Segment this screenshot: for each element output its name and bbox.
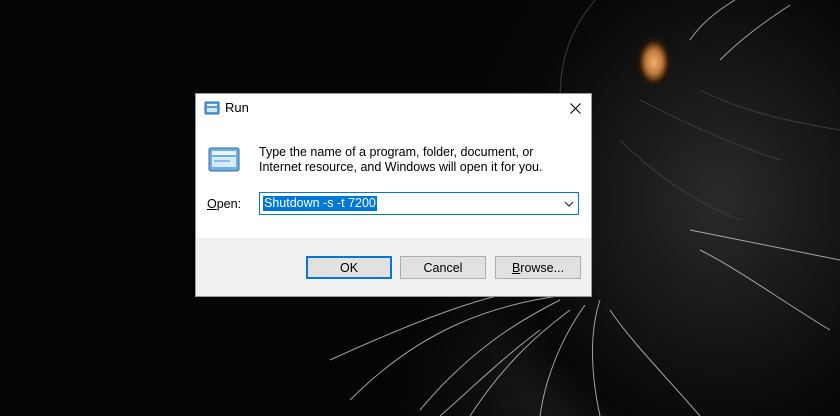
browse-rest: rowse... <box>520 260 565 275</box>
run-dialog: Run Type the name of a program, folder, … <box>195 93 592 297</box>
run-icon <box>204 101 220 115</box>
open-label: Open: <box>207 197 241 211</box>
chevron-down-icon[interactable] <box>564 199 574 209</box>
button-bar: OK Cancel Browse... <box>196 238 591 296</box>
command-input[interactable]: Shutdown -s -t 7200 <box>263 196 377 211</box>
close-icon <box>569 102 581 114</box>
window-title: Run <box>225 100 249 115</box>
command-combobox[interactable]: Shutdown -s -t 7200 <box>259 192 579 215</box>
run-icon <box>208 147 240 172</box>
close-button[interactable] <box>559 94 591 122</box>
cancel-button[interactable]: Cancel <box>400 256 486 279</box>
open-label-rest: pen: <box>216 197 242 211</box>
browse-button[interactable]: Browse... <box>495 256 581 279</box>
ok-button[interactable]: OK <box>306 256 392 279</box>
browse-accel: B <box>511 260 521 275</box>
open-label-accel: O <box>207 197 217 211</box>
title-bar[interactable]: Run <box>196 94 591 122</box>
instruction-text: Type the name of a program, folder, docu… <box>259 145 543 174</box>
